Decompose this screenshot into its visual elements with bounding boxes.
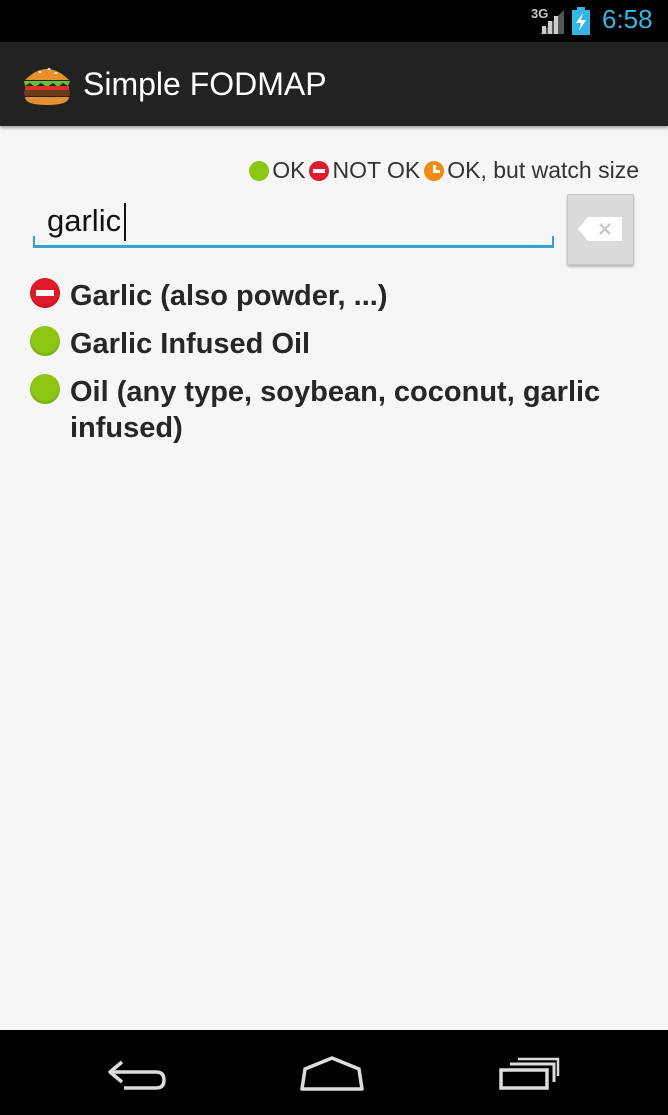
result-label: Oil (any type, soybean, coconut, garlic …	[70, 376, 601, 444]
clear-search-button[interactable]	[567, 194, 634, 265]
action-bar: Simple FODMAP	[0, 42, 668, 126]
back-arrow-icon[interactable]	[106, 1058, 168, 1092]
app-title: Simple FODMAP	[83, 66, 327, 102]
watch-size-clock-icon	[424, 160, 445, 181]
result-item[interactable]: Garlic Infused Oil	[30, 326, 640, 362]
battery-charging-icon	[572, 7, 590, 35]
search-input[interactable]	[33, 196, 554, 248]
legend-watch: OK, but watch size	[424, 157, 639, 184]
status-legend: OK NOT OK OK, but watch size	[245, 157, 639, 184]
ok-status-icon	[30, 326, 60, 356]
backspace-clear-icon	[578, 217, 622, 241]
navigation-bar	[0, 1030, 668, 1115]
search-underline-edge	[33, 236, 35, 248]
recent-apps-icon[interactable]	[498, 1056, 560, 1092]
result-item[interactable]: Garlic (also powder, ...)	[30, 278, 640, 314]
results-list: Garlic (also powder, ...) Garlic Infused…	[30, 278, 640, 458]
text-cursor	[124, 203, 126, 241]
ok-status-icon	[30, 374, 60, 404]
signal-strength-icon	[540, 10, 564, 34]
status-clock: 6:58	[602, 4, 653, 34]
ok-dot-icon	[249, 160, 270, 181]
home-icon[interactable]	[299, 1055, 365, 1093]
hamburger-burger-icon[interactable]	[22, 62, 72, 106]
legend-ok-label: OK	[272, 157, 306, 183]
result-item[interactable]: Oil (any type, soybean, coconut, garlic …	[30, 374, 640, 446]
not-ok-dot-icon	[309, 160, 330, 181]
legend-not-ok: NOT OK	[309, 157, 420, 184]
search-underline-edge	[552, 236, 554, 248]
legend-not-ok-label: NOT OK	[332, 157, 421, 183]
not-ok-status-icon	[30, 278, 60, 308]
legend-watch-label: OK, but watch size	[447, 157, 639, 183]
result-label: Garlic (also powder, ...)	[70, 280, 388, 312]
result-label: Garlic Infused Oil	[70, 328, 311, 360]
legend-ok: OK	[249, 157, 305, 184]
status-bar: 3G 6:58	[0, 0, 668, 42]
